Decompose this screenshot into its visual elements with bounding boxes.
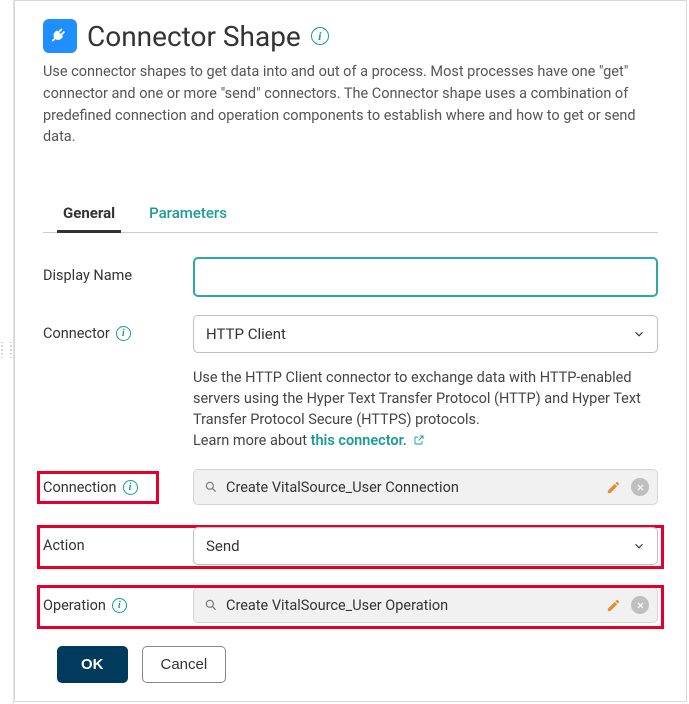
connector-help-text: Use the HTTP Client connector to exchang… [193,369,641,428]
row-connector: Connector i HTTP Client Use the HTTP Cli… [43,315,658,451]
connector-shape-panel: Connector Shape i Use connector shapes t… [14,0,687,702]
external-link-icon [413,431,425,443]
row-action: Action Send [43,527,658,565]
display-name-label: Display Name [43,257,193,284]
connector-plug-icon [43,19,77,53]
edit-icon[interactable] [603,477,623,497]
connector-label: Connector [43,325,110,342]
connector-learn-more-link[interactable]: this connector. [311,432,425,449]
operation-lookup[interactable]: Create VitalSource_User Operation [193,587,658,623]
intro-text: Use connector shapes to get data into an… [43,61,658,148]
connector-help-prefix: Learn more about [193,432,311,449]
connection-label: Connection [43,479,117,496]
edit-icon[interactable] [603,595,623,615]
footer-buttons: OK Cancel [57,646,226,683]
ok-button[interactable]: OK [57,646,128,683]
action-label: Action [43,537,85,554]
info-icon[interactable]: i [311,27,329,45]
tab-general[interactable]: General [61,198,117,232]
clear-icon[interactable] [631,478,649,496]
connector-select-value: HTTP Client [206,325,286,343]
info-icon[interactable]: i [116,326,131,341]
clear-icon[interactable] [631,596,649,614]
search-icon [204,480,218,494]
row-operation: Operation i Create VitalSource_User Oper… [43,587,658,623]
tabs: General Parameters [43,198,658,233]
connector-helper: Use the HTTP Client connector to exchang… [193,367,658,451]
display-name-input[interactable] [193,257,658,297]
connection-lookup[interactable]: Create VitalSource_User Connection [193,469,658,505]
operation-label: Operation [43,597,106,614]
info-icon[interactable]: i [112,598,127,613]
connection-value: Create VitalSource_User Connection [226,479,595,496]
action-select-value: Send [206,537,240,555]
drag-handle-icon[interactable]: ⋮⋮⋮⋮⋮⋮ [0,345,15,357]
action-select[interactable]: Send [193,527,658,565]
operation-value: Create VitalSource_User Operation [226,597,595,614]
info-icon[interactable]: i [123,480,138,495]
chevron-down-icon [632,327,646,341]
search-icon [204,598,218,612]
left-rail: ⋮⋮⋮⋮⋮⋮ [0,0,14,704]
chevron-down-icon [632,539,646,553]
row-display-name: Display Name [43,257,658,297]
page-title: Connector Shape [87,20,301,53]
panel-header: Connector Shape i [43,19,658,53]
connector-select[interactable]: HTTP Client [193,315,658,353]
tab-parameters[interactable]: Parameters [147,198,229,232]
cancel-button[interactable]: Cancel [142,646,227,683]
row-connection: Connection i Create VitalSource_User Con… [43,469,658,505]
